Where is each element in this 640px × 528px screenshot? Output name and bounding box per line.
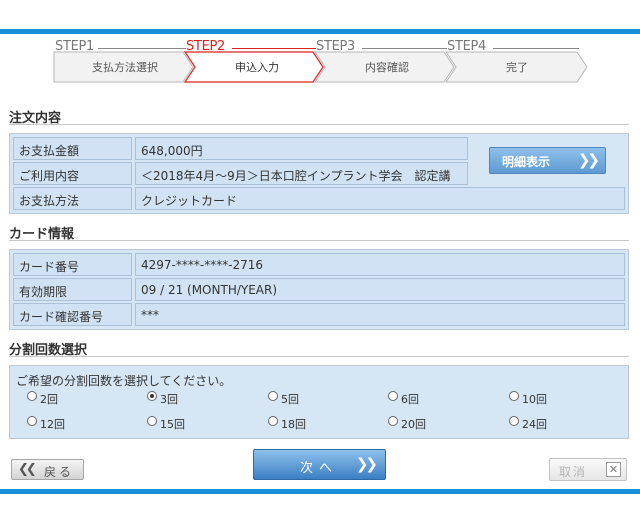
radio-circle[interactable] [509, 416, 519, 426]
step-progress: STEP1 STEP2 STEP3 STEP4 支払方法選択 申込入力 内容確認… [52, 37, 592, 83]
card-number-label: カード番号 [13, 253, 132, 276]
step2-label: 申込入力 [235, 61, 279, 74]
step1-line [98, 48, 186, 49]
double-chevron-right-icon: ❯❯ [355, 455, 378, 473]
radio-circle[interactable] [388, 416, 398, 426]
step1-title: STEP1 [55, 39, 95, 54]
card-section-rule [9, 240, 629, 241]
cancel-button-label: 取消 [559, 465, 588, 479]
close-icon: ✕ [606, 462, 621, 477]
amount-value: 648,000円 [135, 137, 468, 160]
radio-circle[interactable] [27, 391, 37, 401]
cancel-button[interactable]: 取消 ✕ [549, 458, 627, 481]
expiry-label: 有効期限 [13, 278, 132, 301]
order-panel: お支払金額 648,000円 ご利用内容 ＜2018年4月～9月＞日本口腔インプ… [9, 133, 629, 214]
step3-line [362, 48, 447, 49]
card-panel: カード番号 4297-****-****-2716 有効期限 09 / 21 (… [9, 249, 629, 330]
installments-section-rule [9, 356, 629, 357]
step3-title: STEP3 [316, 39, 356, 54]
security-code-value: *** [135, 303, 625, 326]
step2-title: STEP2 [186, 39, 226, 54]
detail-button[interactable]: 明細表示 ❯❯ [489, 147, 606, 174]
next-button[interactable]: 次へ ❯❯ [253, 449, 386, 480]
installments-panel: ご希望の分割回数を選択してください。 2回 3回 5回 6回 10回 12回 1… [9, 365, 629, 439]
usage-value: ＜2018年4月～9月＞日本口腔インプラント学会 認定講 [135, 162, 468, 185]
radio-circle[interactable] [509, 391, 519, 401]
next-button-label: 次へ [300, 461, 339, 476]
step2-line [232, 48, 316, 49]
double-chevron-right-icon: ❯❯ [577, 151, 600, 169]
step1-label: 支払方法選択 [92, 61, 158, 74]
radio-circle[interactable] [388, 391, 398, 401]
step3-label: 内容確認 [365, 61, 409, 74]
top-accent-bar [0, 29, 640, 34]
card-number-value: 4297-****-****-2716 [135, 253, 625, 276]
installments-prompt: ご希望の分割回数を選択してください。 [16, 374, 232, 388]
radio-circle[interactable] [268, 391, 278, 401]
payment-method-value: クレジットカード [135, 187, 625, 210]
step4-label: 完了 [506, 61, 528, 74]
radio-circle[interactable] [147, 416, 157, 426]
payment-method-label: お支払方法 [13, 187, 132, 210]
step4-title: STEP4 [447, 39, 487, 54]
radio-circle-selected[interactable] [147, 391, 157, 401]
amount-label: お支払金額 [13, 137, 132, 160]
detail-button-label: 明細表示 [502, 155, 551, 169]
step4-line [493, 48, 579, 49]
back-button[interactable]: ❮❮ 戻る [11, 459, 84, 480]
security-code-label: カード確認番号 [13, 303, 132, 326]
double-chevron-left-icon: ❮❮ [18, 462, 37, 477]
radio-circle[interactable] [27, 416, 37, 426]
expiry-value: 09 / 21 (MONTH/YEAR) [135, 278, 625, 301]
order-section-rule [9, 124, 629, 125]
bottom-accent-bar [0, 489, 640, 494]
radio-circle[interactable] [268, 416, 278, 426]
usage-label: ご利用内容 [13, 162, 132, 185]
back-button-label: 戻る [44, 465, 75, 479]
